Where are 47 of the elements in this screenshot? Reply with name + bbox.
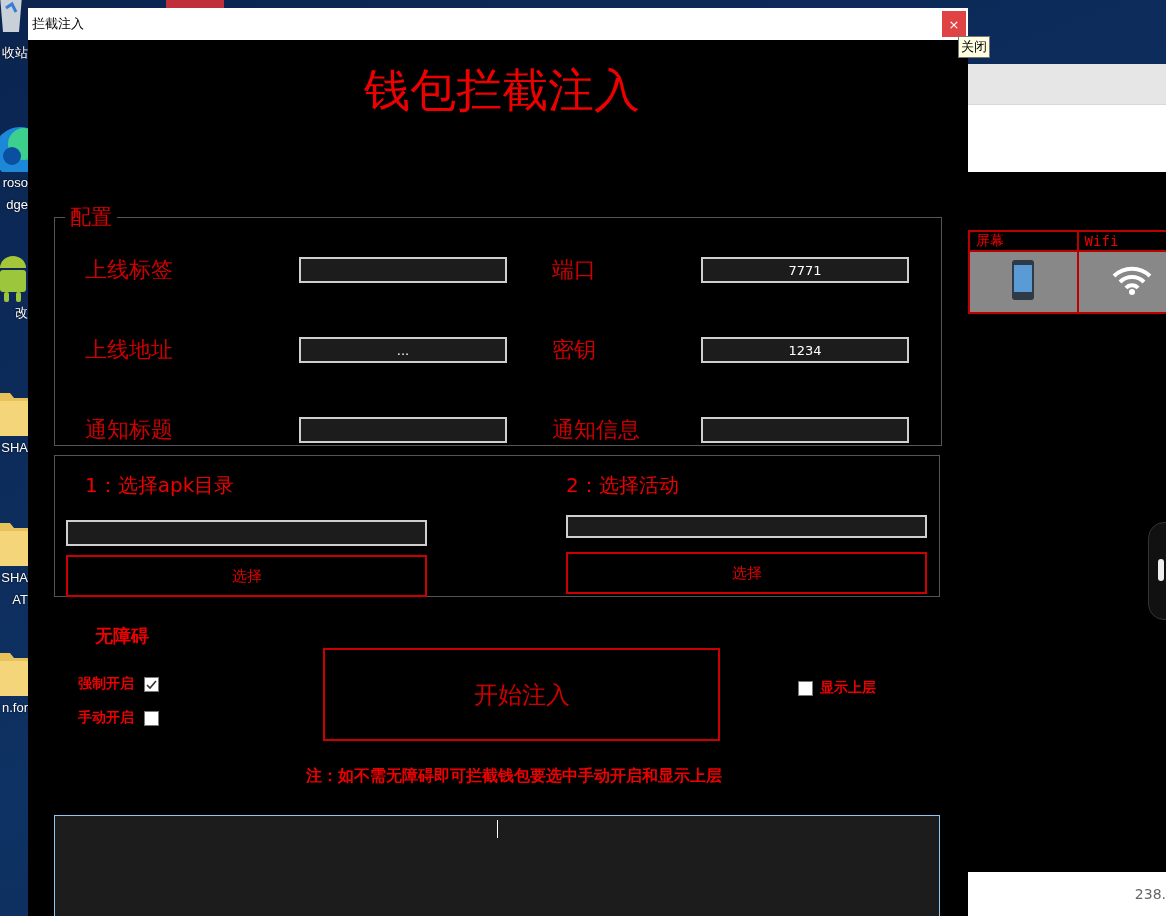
icon-label: dge	[6, 196, 28, 214]
checkbox-label: 显示上层	[820, 679, 876, 697]
select-button[interactable]: 选择	[66, 555, 427, 597]
start-button[interactable]: 开始注入	[323, 648, 720, 741]
field-label: 通知信息	[552, 416, 641, 444]
field-label: 上线地址	[85, 336, 174, 364]
field-label: 通知标题	[85, 416, 174, 444]
icon-label: 改	[15, 304, 28, 322]
text-caret	[497, 820, 498, 838]
text-field[interactable]	[701, 417, 909, 443]
column-header: 屏幕	[969, 231, 1078, 251]
select-button[interactable]: 选择	[566, 552, 927, 594]
text-field[interactable]: ...	[299, 337, 507, 363]
checkbox[interactable]	[144, 710, 159, 726]
tooltip: 关闭	[958, 36, 990, 58]
phone-icon	[1011, 260, 1036, 300]
icon-label: SHA	[1, 439, 28, 457]
icon-label: AT	[12, 591, 28, 609]
icon-label: roso	[2, 174, 28, 192]
close-button[interactable]: ×	[942, 11, 966, 37]
checkbox[interactable]	[144, 676, 159, 692]
window-title: 拦截注入	[32, 15, 85, 33]
text-field[interactable]	[299, 257, 507, 283]
wifi-icon	[1112, 265, 1153, 295]
checkbox-label: 强制开启	[78, 675, 134, 693]
field-label: 密钥	[552, 336, 597, 364]
icon-label: 收站	[2, 44, 28, 62]
field-label: 端口	[552, 256, 597, 284]
group-label: 配置	[69, 204, 113, 231]
status-text: 238.	[1134, 886, 1166, 902]
text-field[interactable]	[299, 417, 507, 443]
section-title: 无障碍	[95, 624, 150, 648]
note-text: 注：如不需无障碍即可拦截钱包要选中手动开启和显示上层	[305, 765, 723, 787]
table-cell[interactable]	[969, 251, 1078, 313]
page-heading: 钱包拦截注入	[363, 62, 641, 119]
step-label: 2：选择活动	[566, 472, 680, 499]
step-label: 1：选择apk目录	[84, 472, 236, 499]
checkbox[interactable]	[798, 680, 813, 696]
text-field[interactable]	[566, 515, 927, 538]
field-label: 上线标签	[85, 256, 174, 284]
table-cell[interactable]	[1077, 251, 1166, 313]
text-field[interactable]	[66, 520, 427, 546]
text-field[interactable]: 1234	[701, 337, 909, 363]
icon-label: n.for	[2, 699, 28, 717]
checkbox-label: 手动开启	[78, 709, 134, 727]
icon-label: SHA	[1, 569, 28, 587]
text-field[interactable]: 7771	[701, 257, 909, 283]
